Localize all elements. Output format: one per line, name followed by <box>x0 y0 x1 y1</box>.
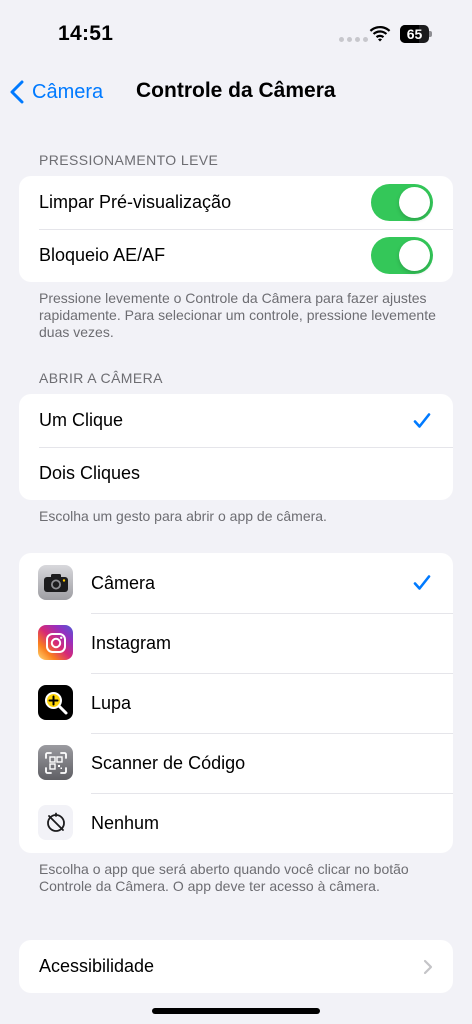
home-indicator <box>152 1008 320 1014</box>
row-label: Dois Cliques <box>39 463 141 483</box>
navigation-bar: Câmera Controle da Câmera <box>0 64 472 120</box>
row-label: Nenhum <box>91 812 160 833</box>
toggle-row-clear-preview: Limpar Pré-visualização <box>19 176 453 229</box>
code-scanner-app-icon <box>38 745 73 780</box>
chevron-left-icon <box>10 80 24 104</box>
instagram-app-icon <box>38 625 73 660</box>
row-label: Instagram <box>91 632 172 653</box>
checkmark-icon <box>413 412 431 428</box>
section-header-open-camera: ABRIR A CÂMERA <box>39 370 163 386</box>
ae-af-lock-toggle[interactable] <box>371 237 433 274</box>
status-bar: 14:51 65 <box>0 0 472 64</box>
chevron-right-icon <box>423 959 433 974</box>
status-time: 14:51 <box>58 22 114 45</box>
accessibility-group: Acessibilidade <box>19 940 453 993</box>
row-label: Bloqueio AE/AF <box>39 245 166 265</box>
battery-icon: 65 <box>400 25 432 43</box>
camera-app-icon <box>38 565 73 600</box>
row-label: Câmera <box>91 572 156 593</box>
app-row-camera[interactable]: Câmera <box>19 553 453 613</box>
row-label: Lupa <box>91 692 132 713</box>
option-single-click[interactable]: Um Clique <box>19 394 453 447</box>
wifi-icon <box>369 26 391 42</box>
none-icon <box>38 805 73 840</box>
back-button-label: Câmera <box>32 80 104 103</box>
clear-preview-toggle[interactable] <box>371 184 433 221</box>
open-camera-group: Um Clique Dois Cliques <box>19 394 453 500</box>
battery-percentage: 65 <box>406 26 423 42</box>
light-press-group: Limpar Pré-visualização Bloqueio AE/AF <box>19 176 453 282</box>
cellular-signal-icon <box>339 37 368 42</box>
open-camera-footer: Escolha um gesto para abrir o app de câm… <box>39 508 327 524</box>
accessibility-row[interactable]: Acessibilidade <box>19 940 453 993</box>
row-label: Scanner de Código <box>91 752 246 773</box>
light-press-footer: Pressione levemente o Controle da Câmera… <box>39 290 436 340</box>
app-row-instagram[interactable]: Instagram <box>19 613 453 673</box>
back-button[interactable]: Câmera <box>10 78 103 106</box>
app-row-code-scanner[interactable]: Scanner de Código <box>19 733 453 793</box>
row-label: Um Clique <box>39 410 124 430</box>
toggle-row-ae-af-lock: Bloqueio AE/AF <box>19 229 453 282</box>
section-header-light-press: PRESSIONAMENTO LEVE <box>39 152 219 168</box>
row-label: Limpar Pré-visualização <box>39 192 232 212</box>
row-label: Acessibilidade <box>39 956 155 976</box>
checkmark-icon <box>413 575 431 590</box>
camera-app-footer: Escolha o app que será aberto quando voc… <box>39 861 409 894</box>
app-row-magnifier[interactable]: Lupa <box>19 673 453 733</box>
magnifier-app-icon <box>38 685 73 720</box>
option-double-click[interactable]: Dois Cliques <box>19 447 453 500</box>
camera-app-group: Câmera Instagram Lupa Scanner de Código … <box>19 553 453 853</box>
app-row-none[interactable]: Nenhum <box>19 793 453 853</box>
page-title: Controle da Câmera <box>136 79 336 102</box>
